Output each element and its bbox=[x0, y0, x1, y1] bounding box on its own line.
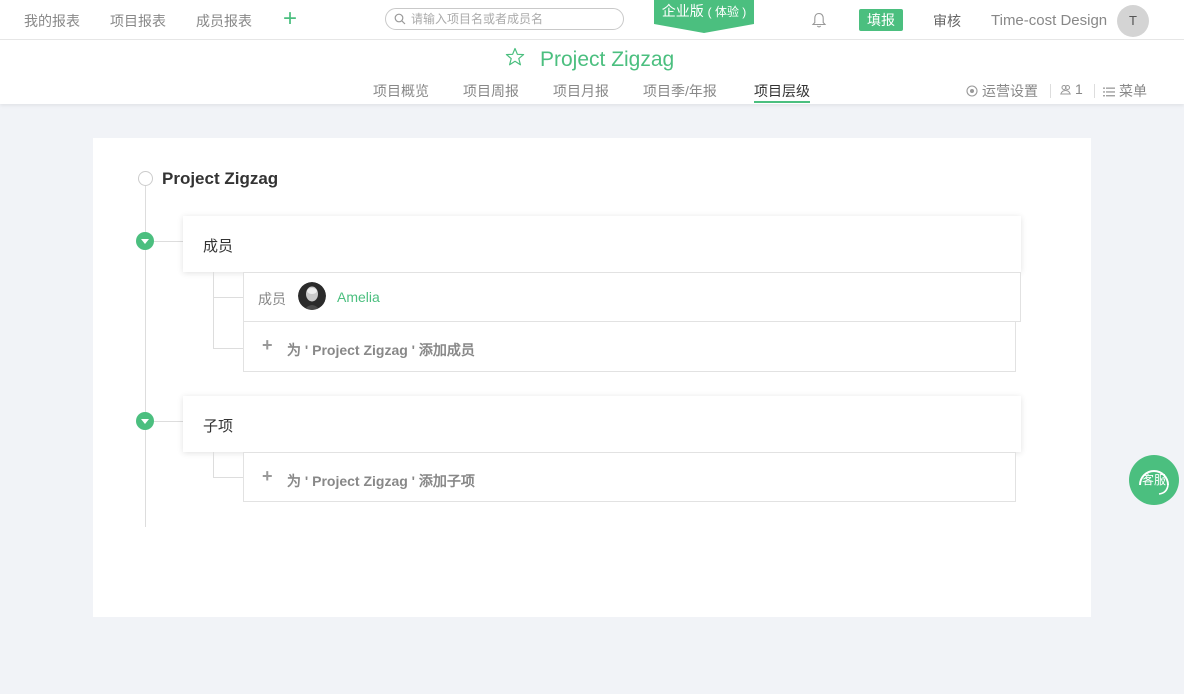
menu-label: 菜单 bbox=[1119, 83, 1147, 99]
active-tab-indicator bbox=[754, 101, 810, 103]
project-header: Project Zigzag 项目概览 项目周报 项目月报 项目季/年报 项目层… bbox=[0, 40, 1184, 104]
member-count: 1 bbox=[1075, 81, 1083, 97]
members-section: 成员 bbox=[183, 216, 1021, 272]
divider bbox=[1050, 84, 1051, 98]
add-child-label: 为 ' Project Zigzag ' 添加子项 bbox=[287, 473, 475, 489]
connector bbox=[213, 477, 243, 478]
connector bbox=[154, 421, 183, 422]
users-icon bbox=[1060, 85, 1071, 95]
top-nav-bar: 我的报表 项目报表 成员报表 + 企业版 ( 体验 ) 填报 审核 Time-c… bbox=[0, 0, 1184, 40]
divider bbox=[1094, 84, 1095, 98]
tab-quarterly-yearly[interactable]: 项目季/年报 bbox=[643, 81, 717, 101]
list-icon bbox=[1103, 87, 1115, 97]
target-icon bbox=[966, 85, 978, 97]
member-count-button[interactable]: 1 bbox=[1060, 81, 1083, 97]
collapse-children-toggle[interactable] bbox=[136, 412, 154, 430]
menu-button[interactable]: 菜单 bbox=[1103, 81, 1147, 101]
nav-project-reports[interactable]: 项目报表 bbox=[110, 11, 166, 31]
nav-member-reports[interactable]: 成员报表 bbox=[196, 11, 252, 31]
ops-settings-button[interactable]: 运营设置 bbox=[966, 81, 1038, 101]
root-node-circle bbox=[138, 171, 153, 186]
connector bbox=[213, 348, 243, 349]
star-icon[interactable] bbox=[505, 47, 525, 67]
tab-weekly[interactable]: 项目周报 bbox=[463, 81, 519, 101]
user-avatar[interactable]: T bbox=[1117, 5, 1149, 37]
connector bbox=[154, 241, 183, 242]
search-box[interactable] bbox=[385, 8, 624, 30]
member-role-label: 成员 bbox=[258, 291, 286, 307]
plus-icon[interactable]: + bbox=[280, 7, 300, 31]
tab-monthly[interactable]: 项目月报 bbox=[553, 81, 609, 101]
connector bbox=[213, 297, 243, 298]
add-member-row[interactable]: + 为 ' Project Zigzag ' 添加成员 bbox=[243, 321, 1016, 372]
audit-link[interactable]: 审核 bbox=[933, 11, 961, 31]
member-avatar bbox=[298, 282, 326, 310]
hierarchy-card bbox=[93, 138, 1091, 617]
project-title: Project Zigzag bbox=[540, 48, 675, 71]
children-section-label: 子项 bbox=[203, 418, 234, 435]
company-name[interactable]: Time-cost Design bbox=[991, 12, 1107, 29]
collapse-members-toggle[interactable] bbox=[136, 232, 154, 250]
connector bbox=[213, 452, 214, 478]
nav-my-reports[interactable]: 我的报表 bbox=[24, 11, 80, 31]
members-section-label: 成员 bbox=[203, 238, 234, 255]
enterprise-label: 企业版 bbox=[661, 3, 704, 19]
enterprise-badge[interactable]: 企业版 ( 体验 ) bbox=[654, 0, 754, 33]
fill-report-button[interactable]: 填报 bbox=[859, 9, 903, 31]
customer-service-label: 客服 bbox=[1141, 473, 1166, 487]
connector bbox=[213, 272, 214, 349]
customer-service-button[interactable]: 客服 bbox=[1129, 455, 1179, 505]
children-section: 子项 bbox=[183, 396, 1021, 452]
tab-hierarchy[interactable]: 项目层级 bbox=[754, 81, 810, 101]
root-project-title: Project Zigzag bbox=[162, 169, 279, 188]
member-name-link[interactable]: Amelia bbox=[337, 289, 380, 305]
member-row[interactable]: 成员 Amelia bbox=[243, 272, 1021, 322]
plus-icon: + bbox=[262, 335, 273, 355]
add-child-row[interactable]: + 为 ' Project Zigzag ' 添加子项 bbox=[243, 452, 1016, 502]
enterprise-trial-label: ( 体验 ) bbox=[707, 5, 747, 19]
search-icon bbox=[394, 13, 406, 25]
search-input[interactable] bbox=[411, 11, 616, 27]
tab-overview[interactable]: 项目概览 bbox=[373, 81, 429, 101]
add-member-label: 为 ' Project Zigzag ' 添加成员 bbox=[287, 342, 475, 358]
bell-icon[interactable] bbox=[810, 11, 828, 29]
ops-settings-label: 运营设置 bbox=[982, 83, 1038, 99]
plus-icon: + bbox=[262, 466, 273, 486]
